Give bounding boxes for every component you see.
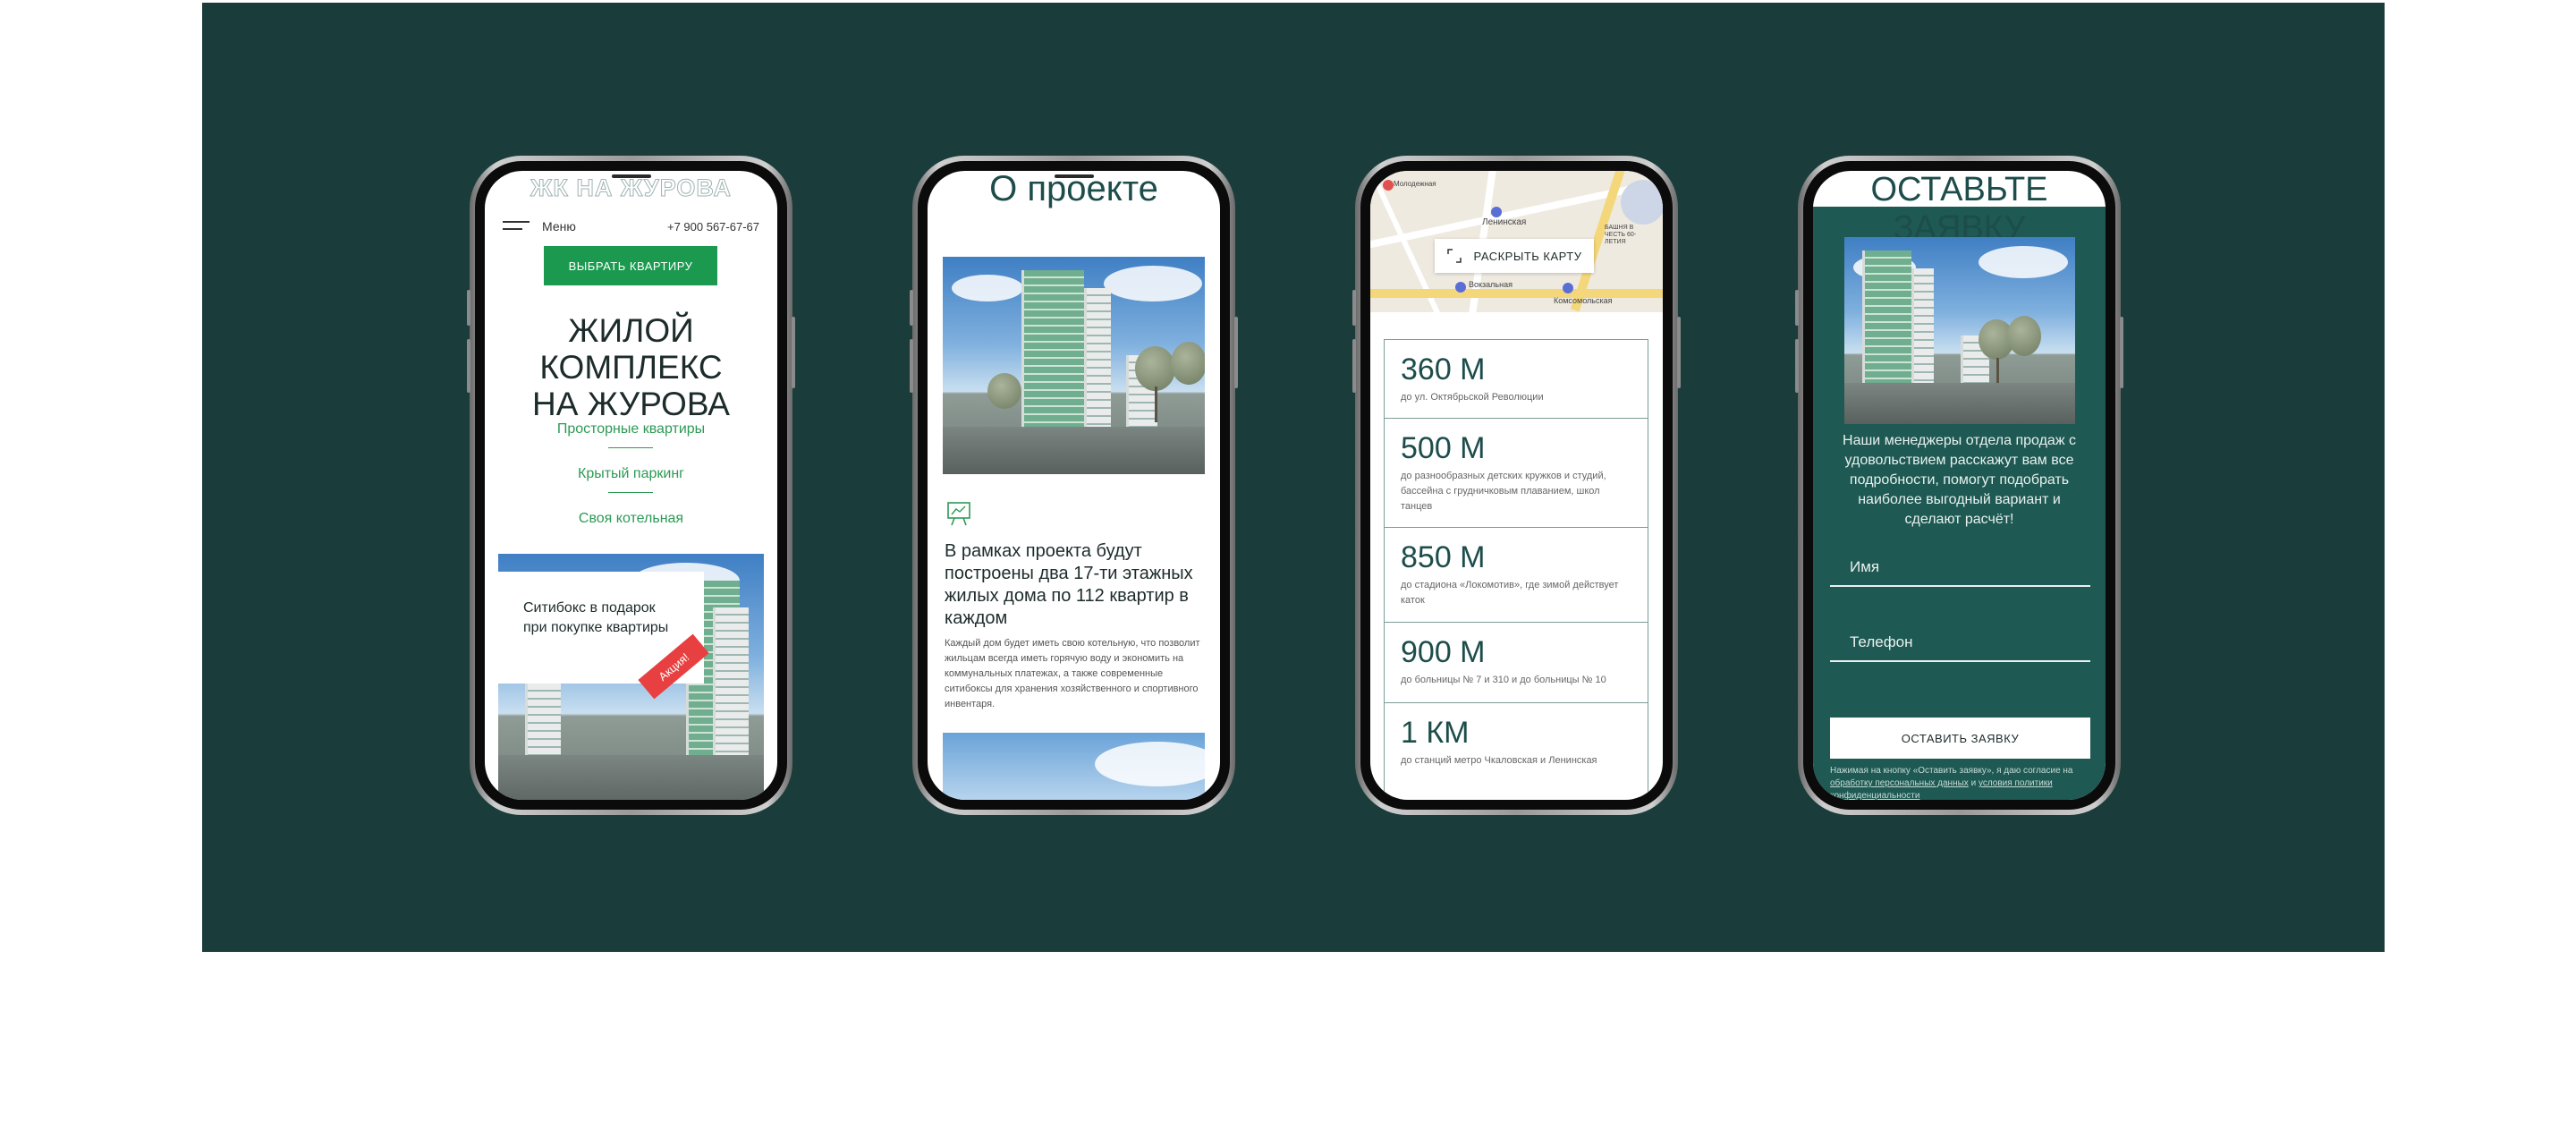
name-field[interactable]: Имя	[1830, 546, 2090, 587]
distance-item: 500 М до разнообразных детских кружков и…	[1385, 419, 1648, 528]
phone-number-link[interactable]: +7 900 567-67-67	[667, 220, 759, 234]
phone-placeholder: Телефон	[1850, 633, 1913, 650]
sky-image	[943, 733, 1205, 800]
feature-spacious-apartments: Просторные квартиры	[556, 421, 706, 437]
feature-covered-parking: Крытый паркинг	[578, 466, 684, 481]
personal-data-link[interactable]: обработку персональных данных	[1830, 778, 1969, 788]
top-nav: Меню +7 900 567-67-67	[503, 217, 759, 235]
distance-value: 500 М	[1401, 431, 1486, 465]
distance-description: до ул. Октябрьской Революции	[1401, 392, 1544, 403]
distance-value: 850 М	[1401, 540, 1486, 574]
home-screen: ЖК НА ЖУРОВА Меню +7 900 567-67-67 ВЫБРА…	[485, 171, 777, 800]
consent-note: Нажимая на кнопку «Оставить заявку», я д…	[1830, 766, 2073, 800]
map-label: Вокзальная	[1469, 280, 1513, 289]
location-map[interactable]: Ленинская Комсомольская Вокзальная Молод…	[1370, 171, 1663, 312]
phone-mockup-request-form: ОСТАВЬТЕ ЗАЯВКУ Наши менеджеры отдела пр…	[1795, 156, 2123, 815]
distance-description: до больницы № 7 и 310 и до больницы № 10	[1401, 675, 1606, 685]
menu-label[interactable]: Меню	[542, 219, 576, 234]
map-pin-icon[interactable]	[1455, 282, 1466, 293]
expand-map-label: РАСКРЫТЬ КАРТУ	[1473, 249, 1582, 263]
distance-item: 360 М до ул. Октябрьской Революции	[1385, 340, 1648, 419]
distance-item: 850 М до стадиона «Локомотив», где зимой…	[1385, 528, 1648, 623]
map-label: Комсомольская	[1554, 296, 1613, 305]
distance-list: 360 М до ул. Октябрьской Революции 500 М…	[1384, 339, 1648, 800]
distance-value: 360 М	[1401, 352, 1486, 386]
section-title: О проекте	[989, 171, 1158, 208]
map-label: Молодежная	[1394, 180, 1436, 188]
distance-item: 1 КМ до станций метро Чкаловская и Ленин…	[1385, 703, 1648, 800]
form-description: Наши менеджеры отдела продаж с удовольст…	[1843, 433, 2076, 527]
presentation-board-icon	[945, 500, 972, 527]
map-label: БАШНЯ В ЧЕСТЬ 60-ЛЕТИЯ	[1605, 225, 1637, 245]
expand-icon	[1446, 249, 1462, 263]
request-form-screen: ОСТАВЬТЕ ЗАЯВКУ Наши менеджеры отдела пр…	[1813, 171, 2106, 800]
map-label: Ленинская	[1482, 217, 1527, 227]
name-placeholder: Имя	[1850, 558, 1880, 575]
site-logo[interactable]: ЖК НА ЖУРОВА	[485, 174, 777, 202]
feature-own-boiler: Своя котельная	[578, 511, 684, 526]
phone-mockup-about: О проекте В рамках проекта будут построе…	[910, 156, 1238, 815]
promo-line-1: Ситибокс в подарок	[523, 600, 656, 616]
feature-divider	[608, 447, 653, 448]
map-pin-icon[interactable]	[1491, 207, 1502, 217]
promo-banner[interactable]: Ситибокс в подарок при покупке квартиры …	[498, 554, 764, 800]
phone-mockup-location: Ленинская Комсомольская Вокзальная Молод…	[1352, 156, 1681, 815]
phone-mockup-home: ЖК НА ЖУРОВА Меню +7 900 567-67-67 ВЫБРА…	[467, 156, 795, 815]
choose-apartment-button[interactable]: ВЫБРАТЬ КВАРТИРУ	[544, 246, 717, 285]
hamburger-menu-icon[interactable]	[503, 221, 530, 232]
promo-line-2: при покупке квартиры	[523, 620, 669, 635]
distance-description: до разнообразных детских кружков и студи…	[1401, 471, 1606, 512]
distance-value: 900 М	[1401, 635, 1486, 669]
distance-description: до станций метро Чкаловская и Ленинская	[1401, 755, 1597, 766]
project-description: Каждый дом будет иметь свою котельную, ч…	[945, 638, 1200, 709]
location-screen: Ленинская Комсомольская Вокзальная Молод…	[1370, 171, 1663, 800]
distance-value: 1 КМ	[1401, 716, 1470, 750]
distance-item: 900 М до больницы № 7 и 310 и до больниц…	[1385, 623, 1648, 703]
expand-map-button[interactable]: РАСКРЫТЬ КАРТУ	[1435, 239, 1594, 273]
building-render-image	[943, 257, 1205, 474]
feature-divider	[608, 492, 653, 493]
distance-description: до стадиона «Локомотив», где зимой дейст…	[1401, 580, 1619, 606]
showcase-background: ЖК НА ЖУРОВА Меню +7 900 567-67-67 ВЫБРА…	[202, 3, 2385, 952]
submit-request-button[interactable]: ОСТАВИТЬ ЗАЯВКУ	[1830, 718, 2090, 759]
map-pin-icon[interactable]	[1563, 283, 1573, 293]
hero-heading: ЖИЛОЙ КОМПЛЕКС НА ЖУРОВА	[532, 312, 730, 422]
about-screen: О проекте В рамках проекта будут построе…	[928, 171, 1220, 800]
phone-field[interactable]: Телефон	[1830, 621, 2090, 662]
promo-card: Ситибокс в подарок при покупке квартиры …	[498, 572, 709, 700]
map-pin-icon[interactable]	[1383, 180, 1394, 191]
project-heading: В рамках проекта будут построены два 17-…	[945, 541, 1193, 628]
building-render-image	[1844, 237, 2075, 424]
